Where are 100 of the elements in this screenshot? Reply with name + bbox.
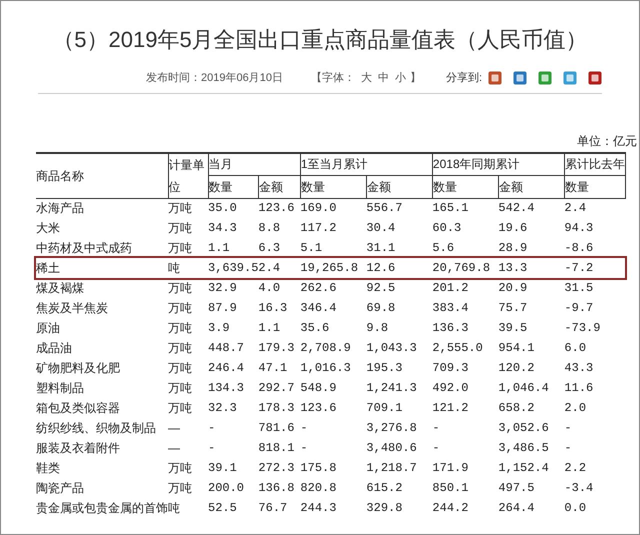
table-cell: 28.9: [498, 241, 528, 255]
table-cell: 20,769.8: [432, 261, 490, 275]
table-cell: 1,152.4: [498, 461, 549, 475]
table-cell: 264.4: [498, 501, 534, 515]
table-cell: 3.9: [208, 321, 230, 335]
table-cell: 11.6: [564, 381, 594, 395]
table-cell: 原油: [36, 321, 60, 335]
table-cell: -: [300, 421, 308, 435]
table-cell: 12.6: [366, 261, 396, 275]
page-title: （5）2019年5月全国出口重点商品量值表（人民币值）: [51, 26, 589, 54]
table-cell: 3,486.5: [498, 441, 549, 455]
table-cell: -: [432, 421, 440, 435]
table-cell: 万吨: [168, 301, 192, 315]
table-cell: 658.2: [498, 401, 534, 415]
table-cell: 709.1: [366, 401, 402, 415]
table-cell: 16.3: [258, 301, 288, 315]
table-cell: 120.2: [498, 361, 534, 375]
table-cell: 5.6: [432, 241, 454, 255]
font-size-link[interactable]: 中: [378, 70, 389, 86]
table-cell: 陶瓷产品: [36, 481, 84, 495]
table-cell: -: [564, 441, 572, 455]
table-cell: 244.3: [300, 501, 336, 515]
table-cell: 179.3: [258, 341, 294, 355]
table-cell: 134.3: [208, 381, 244, 395]
table-cell: 3,276.8: [366, 421, 417, 435]
table-cell: 246.4: [208, 361, 244, 375]
table-cell: 5.1: [300, 241, 322, 255]
share-label: 分享到:: [446, 70, 482, 86]
table-cell: 6.3: [258, 241, 280, 255]
table-cell: 万吨: [168, 241, 192, 255]
table-cell: 492.0: [432, 381, 468, 395]
table-cell: 13.3: [498, 261, 528, 275]
table-cell: 1,241.3: [366, 381, 417, 395]
table-cell: 4.0: [258, 281, 280, 295]
table-cell: 497.5: [498, 481, 534, 495]
table-cell: 万吨: [168, 221, 192, 235]
table-cell: 165.1: [432, 201, 468, 216]
table-cell: 19,265.8: [300, 261, 358, 275]
share-icon[interactable]: [488, 71, 502, 86]
share-icon[interactable]: [563, 71, 577, 86]
table-cell: 成品油: [36, 341, 72, 355]
table-cell: 556.7: [366, 201, 402, 216]
table-cell: 52.5: [208, 501, 237, 515]
table-cell: 万吨: [168, 381, 192, 395]
table-cell: 焦炭及半焦炭: [36, 301, 108, 315]
table-cell: 万吨: [168, 321, 192, 335]
table-cell: 服装及衣着附件: [36, 441, 120, 455]
table-cell: 吨: [168, 501, 180, 515]
column-header: 金额: [498, 180, 523, 194]
unit-note: 单位：亿元: [577, 132, 637, 150]
table-cell: 9.8: [366, 321, 388, 335]
table-cell: 818.1: [258, 441, 294, 455]
table-cell: 76.7: [258, 501, 288, 515]
column-header: 金额: [258, 180, 283, 194]
table-cell: 448.7: [208, 341, 244, 355]
table-cell: 47.1: [258, 361, 288, 375]
table-cell: 3,052.6: [498, 421, 549, 435]
table-cell: 水海产品: [36, 201, 84, 216]
table-cell: -8.6: [564, 241, 594, 255]
table-cell: 稀土: [36, 261, 60, 275]
table-cell: 1,218.7: [366, 461, 417, 475]
table-cell: 大米: [36, 221, 60, 235]
table-cell: 1.1: [208, 241, 230, 255]
table-cell: 94.3: [564, 221, 594, 235]
table-cell: 纺织纱线、织物及制品: [36, 421, 156, 435]
table-cell: 箱包及类似容器: [36, 401, 120, 415]
table-cell: 123.6: [300, 401, 336, 415]
table-cell: -: [300, 441, 308, 455]
table-cell: 31.1: [366, 241, 396, 255]
share-icon[interactable]: [588, 71, 602, 86]
table-cell: 矿物肥料及化肥: [36, 361, 120, 375]
table-cell: 6.0: [564, 341, 586, 355]
table-cell: 2.4: [564, 201, 586, 216]
table-cell: 34.3: [208, 221, 237, 235]
table-cell: 1.1: [258, 321, 280, 335]
table-cell: 万吨: [168, 401, 192, 415]
share-icon[interactable]: [538, 71, 552, 86]
table-cell: 煤及褐煤: [36, 281, 84, 295]
column-header: 金额: [366, 180, 391, 194]
share-icon[interactable]: [513, 71, 527, 86]
table-cell: 万吨: [168, 201, 192, 216]
font-size-link[interactable]: 大: [360, 70, 372, 86]
table-cell: 244.2: [432, 501, 468, 515]
table-cell: 2,708.9: [300, 341, 351, 355]
table-cell: -9.7: [564, 301, 594, 315]
table-cell: 万吨: [168, 281, 192, 295]
table-cell: 175.8: [300, 461, 336, 475]
table-cell: 1,046.4: [498, 381, 549, 395]
table-cell: 2,555.0: [432, 341, 483, 355]
table-cell: 39.1: [208, 461, 237, 475]
table-cell: 贵金属或包贵金属的首饰: [36, 501, 168, 515]
table-cell: 中药材及中式成药: [36, 241, 132, 255]
table-cell: 32.9: [208, 281, 237, 295]
font-size-link[interactable]: 小: [394, 70, 406, 86]
table-cell: 542.4: [498, 201, 534, 216]
font-size-bracket: 】: [410, 70, 421, 86]
table-cell: 195.3: [366, 361, 402, 375]
column-header: 数量: [300, 180, 325, 194]
table-cell: 820.8: [300, 481, 336, 495]
column-header: 数量: [432, 180, 457, 194]
